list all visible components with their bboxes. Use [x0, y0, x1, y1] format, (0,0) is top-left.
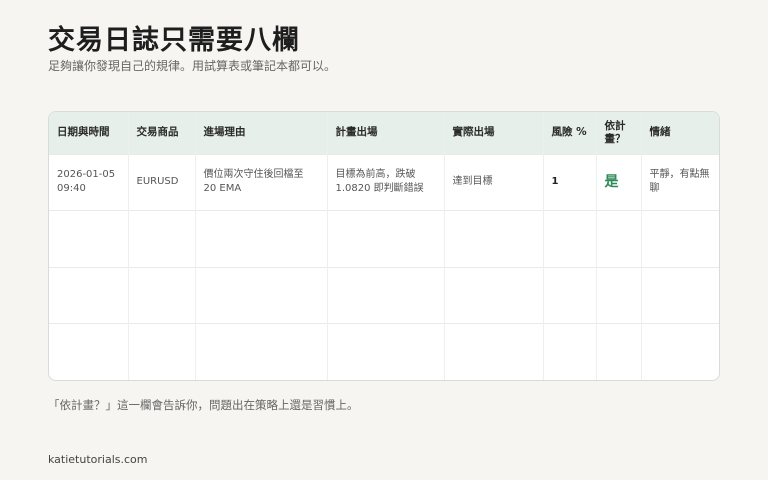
table-header-row: 日期與時間 交易商品 進場理由 計畫出場 實際出場 風險 % 依計畫？ 情緒 — [49, 112, 719, 154]
table-row-empty — [49, 210, 719, 267]
column-header-entry-reason: 進場理由 — [195, 112, 328, 154]
journal-table: 日期與時間 交易商品 進場理由 計畫出場 實際出場 風險 % 依計畫？ 情緒 2… — [48, 111, 720, 381]
cell-followed-plan: 是 — [596, 153, 642, 211]
cell-actual-exit: 達到目標 — [444, 153, 544, 211]
column-header-date: 日期與時間 — [49, 112, 129, 154]
footnote: 「依計畫？」這一欄會告訴你，問題出在策略上還是習慣上。 — [48, 398, 359, 412]
cell-planned-exit: 目標為前高，跌破 1.0820 即判斷錯誤 — [327, 153, 445, 211]
cell-emotion: 平靜，有點無聊 — [641, 153, 719, 211]
table-row-empty — [49, 323, 719, 380]
cell-entry-reason: 價位兩次守住後回檔至 20 EMA — [195, 153, 328, 211]
table-row-empty — [49, 266, 719, 324]
site-footer: katietutorials.com — [48, 453, 148, 466]
cell-risk: 1 — [543, 153, 597, 211]
table-row: 2026-01-05 09:40 EURUSD 價位兩次守住後回檔至 20 EM… — [49, 153, 719, 211]
column-header-symbol: 交易商品 — [128, 112, 196, 154]
column-header-followed-plan: 依計畫？ — [596, 112, 642, 154]
page-title: 交易日誌只需要八欄 — [48, 25, 300, 56]
column-header-actual-exit: 實際出場 — [444, 112, 544, 154]
column-header-risk: 風險 % — [543, 112, 597, 154]
column-header-planned-exit: 計畫出場 — [327, 112, 445, 154]
cell-symbol: EURUSD — [128, 153, 196, 211]
page-subtitle: 足夠讓你發現自己的規律。用試算表或筆記本都可以。 — [48, 59, 337, 73]
cell-date: 2026-01-05 09:40 — [49, 153, 129, 211]
column-header-emotion: 情緒 — [649, 126, 671, 139]
